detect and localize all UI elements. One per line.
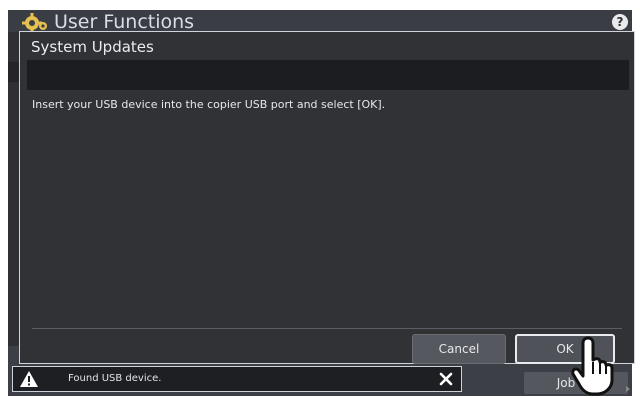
hand-cursor-icon: [571, 336, 614, 396]
help-icon[interactable]: ?: [612, 14, 628, 30]
cancel-button[interactable]: Cancel: [412, 334, 506, 364]
app-header: User Functions ?: [8, 10, 632, 33]
notification-bar: Found USB device.: [12, 366, 462, 392]
dialog-divider: [32, 328, 622, 329]
warning-icon: [20, 371, 38, 387]
dialog-title: System Updates: [31, 38, 154, 56]
dialog-message: Insert your USB device into the copier U…: [32, 98, 386, 111]
dialog-status-bar: [27, 60, 629, 90]
notification-text: Found USB device.: [68, 373, 162, 384]
gear-icon: [22, 13, 47, 33]
app-title: User Functions: [54, 11, 195, 33]
scroll-arrow-icon: [626, 386, 630, 392]
system-updates-dialog: System Updates Insert your USB device in…: [19, 31, 635, 364]
close-icon[interactable]: [438, 371, 454, 387]
